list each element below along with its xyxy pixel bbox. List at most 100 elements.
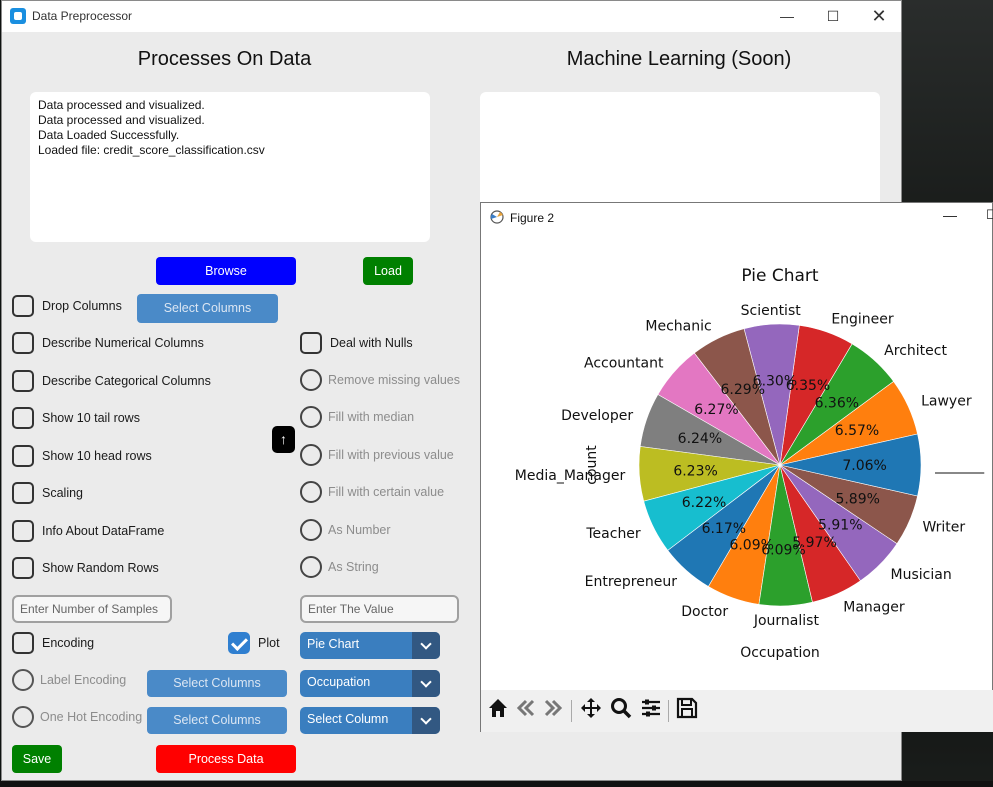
ml-heading: Machine Learning (Soon) xyxy=(566,48,792,70)
taskbar-edge xyxy=(0,781,993,787)
info-checkbox[interactable] xyxy=(12,520,34,542)
select-columns-button[interactable]: Select Columns xyxy=(147,670,287,697)
scaling-label: Scaling xyxy=(42,486,83,500)
value-input[interactable]: Enter The Value xyxy=(300,595,459,623)
describe-numerical-label: Describe Numerical Columns xyxy=(42,336,204,350)
slice-percent-label: 7.06% xyxy=(842,458,886,474)
slice-category-label: Doctor xyxy=(681,604,728,620)
samples-input[interactable]: Enter Number of Samples xyxy=(12,595,172,623)
select-column-dropdown[interactable]: Select Column xyxy=(300,707,440,734)
tail-rows-checkbox[interactable] xyxy=(12,407,34,429)
close-icon[interactable]: ✕ xyxy=(864,5,894,27)
log-line: Loaded file: credit_score_classification… xyxy=(38,143,265,157)
chevron-down-icon[interactable] xyxy=(412,632,440,659)
browse-button[interactable]: Browse xyxy=(156,257,296,285)
as-string-radio[interactable] xyxy=(300,556,322,578)
column-dropdown[interactable]: Occupation xyxy=(300,670,440,697)
slice-percent-label: 5.97% xyxy=(792,535,836,551)
select-columns-button[interactable]: Select Columns xyxy=(137,294,278,323)
head-rows-checkbox[interactable] xyxy=(12,445,34,467)
chevron-down-icon[interactable] xyxy=(412,670,440,697)
slice-percent-label: 6.17% xyxy=(702,521,746,537)
plot-label: Plot xyxy=(258,636,280,650)
remove-missing-radio[interactable] xyxy=(300,369,322,391)
random-rows-checkbox[interactable] xyxy=(12,557,34,579)
chevron-down-icon[interactable] xyxy=(412,707,440,734)
title-bar: Data Preprocessor — ☐ ✕ xyxy=(2,1,901,32)
scroll-up-button[interactable]: ↑ xyxy=(272,426,295,453)
describe-categorical-label: Describe Categorical Columns xyxy=(42,374,211,388)
slice-percent-label: 6.24% xyxy=(678,431,722,447)
slice-category-label: Musician xyxy=(891,567,952,583)
drop-columns-checkbox[interactable] xyxy=(12,295,34,317)
pie-chart: Pie ChartOccupationcount6.57%Lawyer6.36%… xyxy=(515,266,985,661)
slice-category-label: Mechanic xyxy=(645,319,711,335)
slice-percent-label: 6.22% xyxy=(682,495,726,511)
describe-numerical-checkbox[interactable] xyxy=(12,332,34,354)
slice-percent-label: 6.57% xyxy=(835,423,879,439)
minimize-icon[interactable]: — xyxy=(772,5,802,27)
remove-missing-label: Remove missing values xyxy=(328,373,460,387)
as-number-radio[interactable] xyxy=(300,519,322,541)
slice-category-label: Engineer xyxy=(831,312,894,328)
deal-nulls-checkbox[interactable] xyxy=(300,332,322,354)
configure-icon[interactable] xyxy=(638,696,664,722)
save-button[interactable]: Save xyxy=(12,745,62,773)
minimize-icon[interactable]: — xyxy=(943,207,957,223)
slice-category-label: Architect xyxy=(884,343,947,359)
toolbar-divider xyxy=(668,700,669,722)
fill-median-radio[interactable] xyxy=(300,406,322,428)
slice-percent-label: 6.29% xyxy=(721,382,765,398)
slice-percent-label: 6.36% xyxy=(815,395,859,411)
load-button[interactable]: Load xyxy=(363,257,413,285)
slice-category-label: Lawyer xyxy=(921,394,972,410)
forward-icon[interactable] xyxy=(540,696,566,722)
select-columns-button[interactable]: Select Columns xyxy=(147,707,287,734)
random-rows-label: Show Random Rows xyxy=(42,561,159,575)
describe-categorical-checkbox[interactable] xyxy=(12,370,34,392)
plot-checkbox[interactable] xyxy=(228,632,250,654)
zoom-icon[interactable] xyxy=(608,696,634,722)
as-string-label: As String xyxy=(328,560,379,574)
toolbar-divider xyxy=(571,700,572,722)
one-hot-label: One Hot Encoding xyxy=(40,710,143,724)
slice-category-label: Journalist xyxy=(753,613,820,629)
slice-percent-label: 5.91% xyxy=(818,517,862,533)
log-text: Data processed and visualized. Data proc… xyxy=(38,98,265,158)
as-number-label: As Number xyxy=(328,523,391,537)
scaling-checkbox[interactable] xyxy=(12,482,34,504)
fill-certain-label: Fill with certain value xyxy=(328,485,445,499)
slice-category-label: _______ xyxy=(934,458,985,474)
matplotlib-icon xyxy=(489,209,505,225)
slice-category-label: Media_Manager xyxy=(515,468,626,484)
encoding-label: Encoding xyxy=(42,636,95,650)
fill-certain-radio[interactable] xyxy=(300,481,322,503)
head-rows-label: Show 10 head rows xyxy=(42,449,152,463)
x-axis-label: Occupation xyxy=(740,645,820,661)
slice-category-label: Developer xyxy=(561,408,633,424)
window-title: Data Preprocessor xyxy=(32,9,133,23)
home-icon[interactable] xyxy=(485,696,511,722)
maximize-icon[interactable]: ☐ xyxy=(818,5,848,27)
slice-category-label: Entrepreneur xyxy=(585,574,678,590)
save-icon[interactable] xyxy=(674,696,700,722)
encoding-checkbox[interactable] xyxy=(12,632,34,654)
chart-title: Pie Chart xyxy=(741,266,819,286)
back-icon[interactable] xyxy=(513,696,539,722)
process-data-button[interactable]: Process Data xyxy=(156,745,296,773)
label-encoding-radio[interactable] xyxy=(12,669,34,691)
select-column-value: Select Column xyxy=(307,712,389,726)
one-hot-radio[interactable] xyxy=(12,706,34,728)
plot-type-dropdown[interactable]: Pie Chart xyxy=(300,632,440,659)
log-line: Data Loaded Successfully. xyxy=(38,128,180,142)
deal-nulls-label: Deal with Nulls xyxy=(330,336,413,350)
figure-toolbar xyxy=(481,690,993,732)
log-line: Data processed and visualized. xyxy=(38,113,205,127)
info-label: Info About DataFrame xyxy=(42,524,165,538)
slice-percent-label: 6.27% xyxy=(694,402,738,418)
pan-icon[interactable] xyxy=(578,696,604,722)
fill-previous-radio[interactable] xyxy=(300,444,322,466)
log-textbox[interactable]: Data processed and visualized. Data proc… xyxy=(30,92,430,242)
maximize-icon[interactable]: ☐ xyxy=(986,207,993,223)
drop-columns-label: Drop Columns xyxy=(42,299,122,313)
